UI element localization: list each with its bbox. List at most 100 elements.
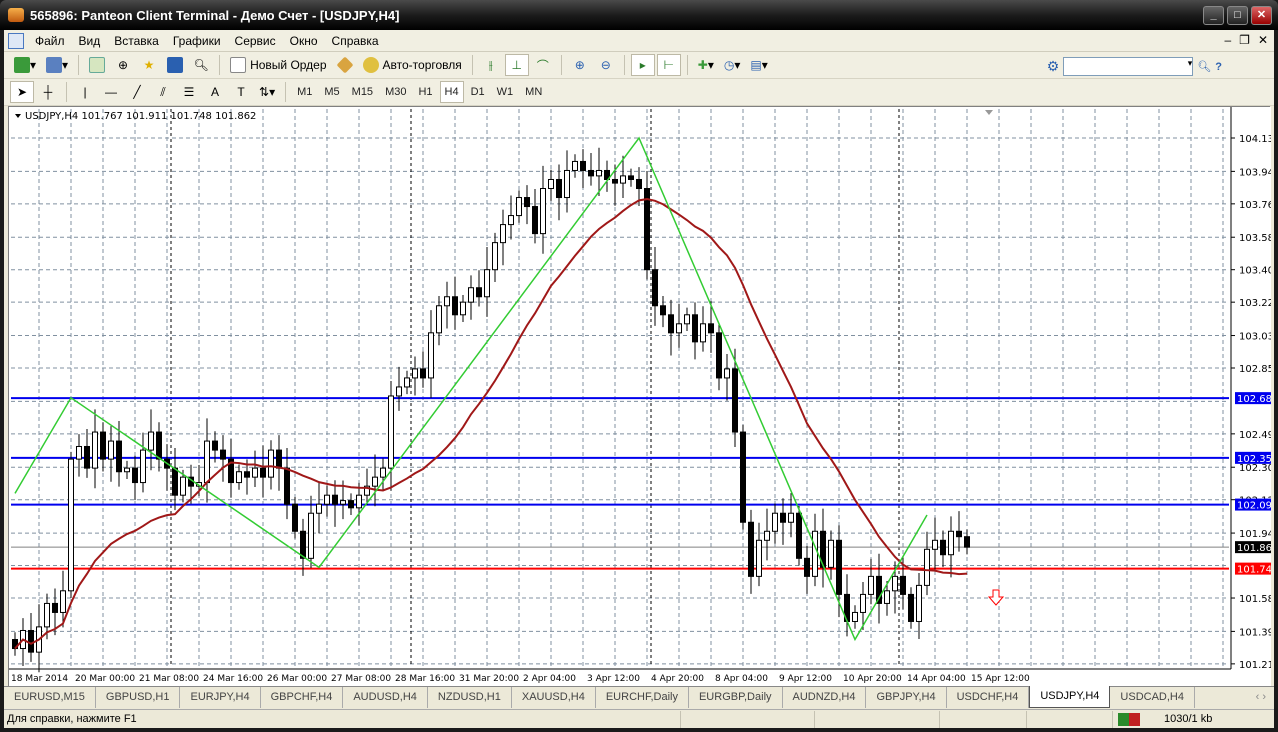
price-tick-label: 103.580: [1239, 233, 1271, 244]
market-watch-button[interactable]: [85, 54, 109, 76]
terminal-button[interactable]: [163, 54, 187, 76]
chart-tabs: EURUSD,M15 GBPUSD,H1 EURJPY,H4 GBPCHF,H4 AUD…: [4, 686, 1274, 708]
search-input[interactable]: ▾: [1063, 57, 1194, 76]
crosshair-tool[interactable]: ┼: [36, 81, 60, 103]
arrows-tool[interactable]: ⇅ ▾: [255, 81, 279, 103]
menu-tools[interactable]: Сервис: [228, 34, 283, 48]
candle-body: [660, 305, 666, 316]
chart-tab[interactable]: EURGBP,Daily: [689, 687, 783, 708]
timeframe-m5[interactable]: M5: [319, 81, 344, 103]
timeframe-h4[interactable]: H4: [439, 81, 464, 103]
chart-tab[interactable]: EURCHF,Daily: [596, 687, 689, 708]
chart-shift-button[interactable]: ⊢: [656, 54, 681, 76]
chart-tab[interactable]: EURUSD,M15: [4, 687, 96, 708]
text-label-tool[interactable]: T: [229, 81, 253, 103]
menu-file[interactable]: Файл: [28, 34, 72, 48]
candle-body: [60, 590, 66, 613]
zoom-out-button[interactable]: ⊖: [594, 54, 618, 76]
vertical-line-tool[interactable]: |: [73, 81, 97, 103]
time-label: 28 Mar 16:00: [395, 674, 455, 684]
candle-body: [28, 629, 34, 653]
time-label: 8 Apr 04:00: [715, 674, 768, 684]
cursor-tool[interactable]: ➤: [10, 81, 34, 103]
candle-body: [348, 500, 354, 509]
chart-tab[interactable]: EURJPY,H4: [180, 687, 261, 708]
mdi-minimize-button[interactable]: –: [1224, 33, 1231, 47]
fibonacci-tool[interactable]: ☰: [177, 81, 201, 103]
help-icon[interactable]: ?: [1215, 61, 1222, 73]
minimize-button[interactable]: _: [1203, 6, 1224, 25]
close-button[interactable]: ✕: [1251, 6, 1272, 25]
chart-tab[interactable]: GBPCHF,H4: [261, 687, 344, 708]
chart-tab[interactable]: USDCAD,H4: [1110, 687, 1195, 708]
traffic-status: 1030/1 kb: [1164, 713, 1213, 725]
candle-body: [396, 386, 402, 397]
timeframe-m15[interactable]: M15: [347, 81, 378, 103]
timeframe-w1[interactable]: W1: [492, 81, 519, 103]
chart-tab[interactable]: NZDUSD,H1: [428, 687, 512, 708]
menu-window[interactable]: Окно: [283, 34, 325, 48]
chart-tab[interactable]: GBPUSD,H1: [96, 687, 181, 708]
candlestick-button[interactable]: ⊥: [504, 54, 529, 76]
auto-trading-button[interactable]: Авто-торговля: [359, 54, 466, 76]
periods-button[interactable]: ◷ ▾: [720, 54, 745, 76]
tester-button[interactable]: 🔍︎: [189, 54, 213, 76]
chart-tab[interactable]: USDCHF,H4: [947, 687, 1030, 708]
profiles-button[interactable]: ▾: [42, 54, 72, 76]
new-chart-button[interactable]: ▾: [10, 54, 40, 76]
new-order-button[interactable]: Новый Ордер: [226, 54, 330, 76]
timeframe-mn[interactable]: MN: [520, 81, 547, 103]
data-window-button[interactable]: ⊕: [111, 54, 135, 76]
menu-insert[interactable]: Вставка: [107, 34, 166, 48]
candle-body: [676, 323, 682, 334]
menu-charts[interactable]: Графики: [166, 34, 228, 48]
star-folder-icon: ★: [143, 58, 155, 72]
horizontal-line-tool[interactable]: —: [99, 81, 123, 103]
zoom-in-button[interactable]: ⊕: [568, 54, 592, 76]
time-label: 15 Apr 12:00: [971, 674, 1030, 684]
autoscroll-icon: ▸: [639, 58, 646, 72]
timeframe-h1[interactable]: H1: [413, 81, 437, 103]
autoscroll-button[interactable]: ▸: [630, 54, 655, 76]
chart-window-icon[interactable]: [8, 32, 24, 49]
price-label: 101.743: [1237, 565, 1271, 576]
price-chart[interactable]: 104.130 103.945 103.765 103.580 103.400 103.2…: [9, 107, 1278, 687]
mdi-close-button[interactable]: ✕: [1258, 33, 1268, 47]
text-tool[interactable]: A: [203, 81, 227, 103]
meta-editor-button[interactable]: [333, 54, 357, 76]
candle-body: [308, 512, 314, 559]
timeframe-m30[interactable]: M30: [380, 81, 411, 103]
channel-tool[interactable]: ⫽: [151, 81, 175, 103]
candle-body: [52, 602, 58, 613]
chart-tab[interactable]: AUDNZD,H4: [783, 687, 867, 708]
candle-body: [636, 178, 642, 190]
tab-scroll-arrows[interactable]: ‹ ›: [1248, 687, 1274, 708]
chart-tab[interactable]: USDJPY,H4: [1029, 686, 1111, 708]
chart-window[interactable]: 104.130 103.945 103.765 103.580 103.400 103.2…: [8, 106, 1278, 687]
menu-help[interactable]: Справка: [325, 34, 386, 48]
line-chart-button[interactable]: ⌒: [531, 54, 555, 76]
indicators-button[interactable]: ✚ ▾: [694, 54, 718, 76]
bar-chart-button[interactable]: ⫲: [479, 54, 503, 76]
timeframe-d1[interactable]: D1: [466, 81, 490, 103]
candle: [68, 451, 74, 599]
search-button[interactable]: 🔍︎: [1197, 60, 1211, 73]
candle-body: [892, 575, 898, 592]
chart-tab[interactable]: AUDUSD,H4: [343, 687, 428, 708]
navigator-button[interactable]: ★: [137, 54, 161, 76]
timeframe-m1[interactable]: M1: [292, 81, 317, 103]
settings-gear-icon[interactable]: ⚙: [1047, 58, 1060, 75]
candle-body: [180, 476, 186, 496]
price-label: 102.688: [1237, 394, 1271, 405]
profiles-icon: [46, 57, 63, 73]
menu-view[interactable]: Вид: [72, 34, 108, 48]
time-label: 26 Mar 00:00: [267, 674, 327, 684]
chart-tab[interactable]: GBPJPY,H4: [866, 687, 947, 708]
trendline-tool[interactable]: ╱: [125, 81, 149, 103]
price-tick-label: 102.490: [1239, 430, 1271, 441]
mdi-restore-button[interactable]: ❐: [1239, 33, 1250, 47]
chart-tab[interactable]: XAUUSD,H4: [512, 687, 596, 708]
maximize-button[interactable]: □: [1227, 6, 1248, 25]
templates-button[interactable]: ▤ ▾: [746, 54, 771, 76]
terminal-icon: [167, 57, 184, 73]
